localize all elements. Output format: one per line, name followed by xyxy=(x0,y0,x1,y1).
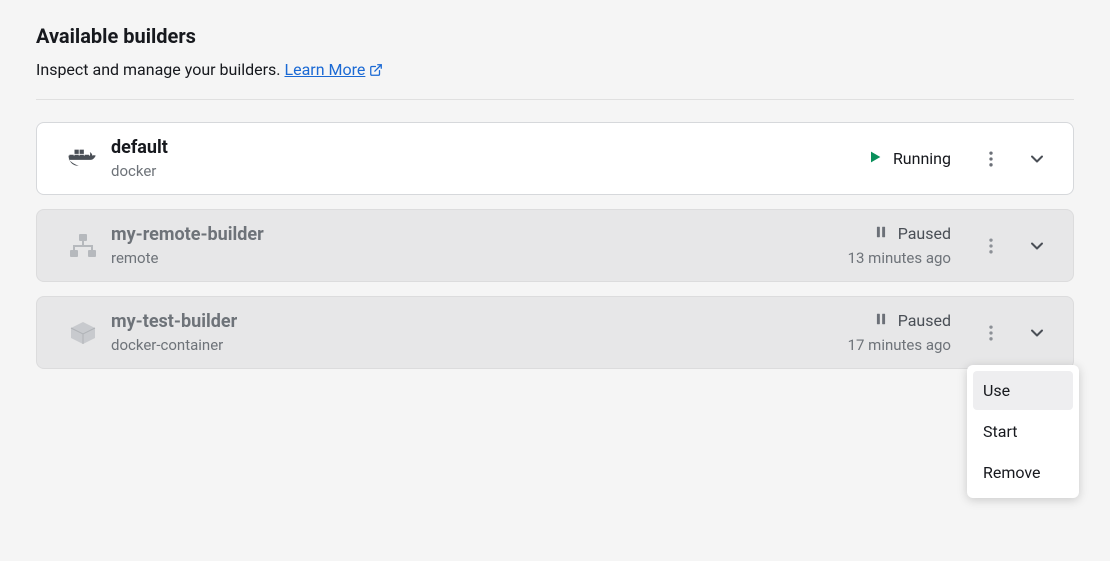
more-vertical-icon xyxy=(981,149,1001,169)
chevron-down-icon xyxy=(1027,236,1047,256)
builder-name: my-remote-builder xyxy=(111,224,848,245)
status-timestamp: 17 minutes ago xyxy=(848,336,951,354)
builder-action-menu: Use Start Remove xyxy=(967,365,1079,498)
menu-item-remove[interactable]: Remove xyxy=(973,453,1073,492)
status-text: Paused xyxy=(898,224,951,243)
builder-driver: docker xyxy=(111,162,867,180)
status-text: Paused xyxy=(898,311,951,330)
chevron-down-icon xyxy=(1027,149,1047,169)
chevron-down-icon xyxy=(1027,323,1047,343)
section-description-text: Inspect and manage your builders. xyxy=(36,60,284,79)
builder-name: default xyxy=(111,137,867,158)
pause-icon xyxy=(874,311,888,330)
builder-driver: remote xyxy=(111,249,848,267)
builder-name: my-test-builder xyxy=(111,311,848,332)
network-icon xyxy=(55,232,111,260)
play-icon xyxy=(867,149,883,169)
status-timestamp: 13 minutes ago xyxy=(848,249,951,267)
builder-row: my-test-builder docker-container Paused … xyxy=(36,296,1074,369)
expand-button[interactable] xyxy=(1019,315,1055,351)
more-vertical-icon xyxy=(981,236,1001,256)
kebab-menu-button[interactable] xyxy=(973,315,1009,351)
section-description: Inspect and manage your builders. Learn … xyxy=(36,60,1074,81)
divider xyxy=(36,99,1074,100)
external-link-icon xyxy=(369,62,383,81)
learn-more-link[interactable]: Learn More xyxy=(284,60,383,79)
status-text: Running xyxy=(893,149,951,168)
builder-driver: docker-container xyxy=(111,336,848,354)
docker-icon xyxy=(55,146,111,172)
kebab-menu-button[interactable] xyxy=(973,141,1009,177)
kebab-menu-button[interactable] xyxy=(973,228,1009,264)
expand-button[interactable] xyxy=(1019,141,1055,177)
container-icon xyxy=(55,320,111,346)
builder-row: default docker Running xyxy=(36,122,1074,195)
menu-item-start[interactable]: Start xyxy=(973,412,1073,451)
builder-row: my-remote-builder remote Paused 13 minut… xyxy=(36,209,1074,282)
menu-item-use[interactable]: Use xyxy=(973,371,1073,410)
pause-icon xyxy=(874,224,888,243)
more-vertical-icon xyxy=(981,323,1001,343)
expand-button[interactable] xyxy=(1019,228,1055,264)
section-title: Available builders xyxy=(36,24,1074,48)
